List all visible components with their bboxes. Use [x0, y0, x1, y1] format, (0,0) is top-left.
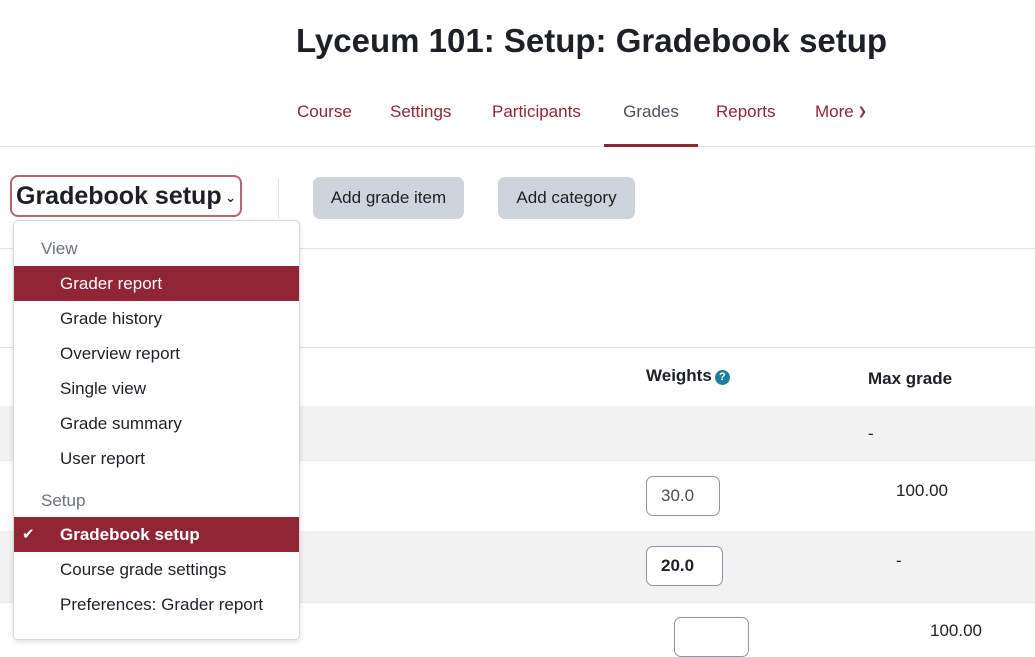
tab-grades[interactable]: Grades	[604, 86, 698, 147]
max-grade-value: -	[868, 424, 874, 443]
menu-section-header-setup: Setup	[41, 491, 86, 510]
tab-settings[interactable]: Settings	[390, 86, 451, 144]
menu-item-course-grade-settings[interactable]: Course grade settings	[14, 552, 299, 587]
page-title: Lyceum 101: Setup: Gradebook setup	[296, 22, 888, 59]
tab-reports[interactable]: Reports	[716, 86, 776, 144]
gradebook-navigation-menu: View Grader report Grade history Overvie…	[13, 220, 300, 640]
question-circle-icon[interactable]: ?	[714, 370, 730, 385]
weight-input[interactable]: 30.0	[646, 476, 720, 516]
check-icon: ✔	[22, 526, 35, 543]
secondary-navigation: Course Settings Participants Grades Repo…	[0, 86, 1035, 147]
add-grade-item-button[interactable]: Add grade item	[313, 177, 464, 219]
selector-label: Gradebook setup	[16, 182, 222, 210]
gradebook-navigation-selector[interactable]: Gradebook setup ⌄	[10, 175, 242, 217]
menu-item-single-view[interactable]: Single view	[14, 371, 299, 406]
menu-item-preferences-grader-report[interactable]: Preferences: Grader report	[14, 587, 299, 622]
menu-item-grade-history[interactable]: Grade history	[14, 301, 299, 336]
max-grade-value: 100.00	[930, 621, 982, 640]
max-grade-value: -	[896, 551, 902, 570]
chevron-down-icon: ❯	[857, 106, 867, 118]
max-grade-column-header: Max grade	[868, 369, 953, 388]
menu-item-label: Gradebook setup	[60, 525, 200, 544]
add-category-button[interactable]: Add category	[498, 177, 635, 219]
weight-input[interactable]: 20.0	[646, 546, 723, 586]
max-grade-value: 100.00	[896, 481, 948, 500]
tab-course[interactable]: Course	[297, 86, 352, 144]
tab-participants[interactable]: Participants	[492, 86, 581, 144]
menu-item-gradebook-setup[interactable]: ✔ Gradebook setup	[14, 517, 299, 552]
tab-more-label: More	[815, 102, 854, 121]
toolbar-divider	[278, 178, 279, 218]
menu-item-grader-report[interactable]: Grader report	[14, 266, 299, 301]
tab-more[interactable]: More ❯	[815, 86, 867, 144]
chevron-down-icon: ⌄	[225, 190, 236, 205]
menu-item-user-report[interactable]: User report	[14, 441, 299, 476]
weights-header-label: Weights	[646, 366, 712, 385]
weight-input[interactable]	[674, 617, 749, 657]
menu-section-header-view: View	[41, 239, 78, 258]
menu-item-overview-report[interactable]: Overview report	[14, 336, 299, 371]
weights-column-header: Weights?	[646, 366, 730, 386]
menu-item-grade-summary[interactable]: Grade summary	[14, 406, 299, 441]
